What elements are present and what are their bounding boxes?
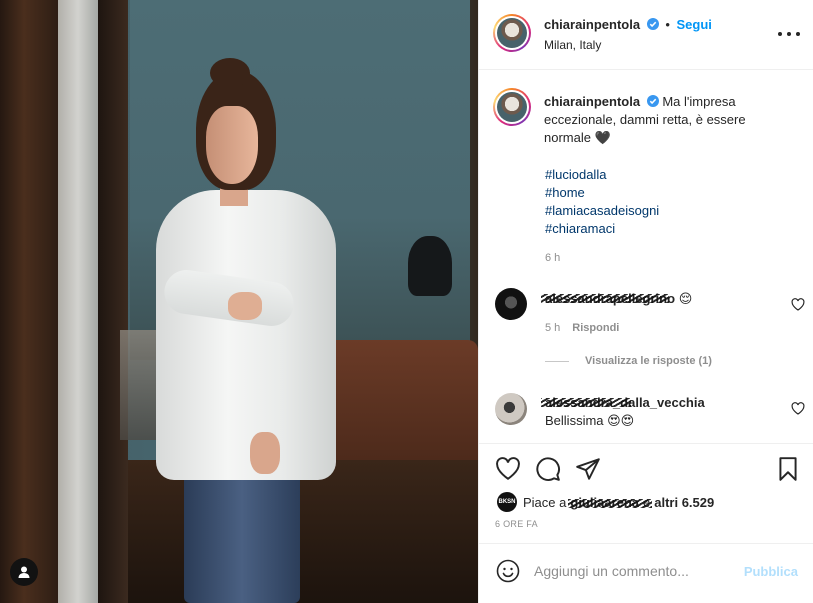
comment-item: alessandrapellegrino 😌 5 hRispondi (495, 288, 805, 348)
liker-username[interactable]: giuliaarena (568, 495, 653, 510)
likes-count[interactable]: altri 6.529 (654, 495, 714, 510)
post-details-panel: chiarainpentola • Segui Milan, Italy chi… (478, 0, 813, 603)
paper-plane-icon[interactable] (575, 456, 601, 482)
photo-subject (228, 292, 262, 320)
separator-dot: • (665, 17, 670, 32)
photo-background (128, 460, 478, 603)
heart-icon[interactable] (791, 298, 805, 311)
redaction-scribble (568, 498, 653, 508)
post-header: chiarainpentola • Segui Milan, Italy (479, 0, 813, 70)
comment-item: alessandra_dalla_vecchia Bellissima 😍😍 (495, 392, 805, 432)
photo-background (0, 0, 60, 603)
view-replies-button[interactable]: Visualizza le risposte (1) (545, 355, 712, 367)
post-photo[interactable] (0, 0, 478, 603)
add-comment-bar: Pubblica (479, 543, 813, 603)
user-tag-icon[interactable] (10, 558, 38, 586)
author-username[interactable]: chiarainpentola (544, 17, 640, 32)
caption-author-avatar[interactable] (493, 88, 531, 126)
header-title-row: chiarainpentola • Segui (544, 17, 712, 32)
photo-subject (206, 106, 258, 184)
hashtag-link[interactable]: #luciodalla (545, 166, 659, 184)
author-avatar[interactable] (493, 14, 531, 52)
commenter-avatar[interactable] (495, 393, 527, 425)
hashtag-link[interactable]: #lamiacasadeisogni (545, 202, 659, 220)
photo-background (408, 236, 452, 296)
post-age[interactable]: 6 ORE FA (495, 519, 538, 529)
verified-badge-icon (646, 95, 659, 107)
caption-author-username[interactable]: chiarainpentola (544, 94, 640, 109)
commenter-avatar[interactable] (495, 288, 527, 320)
comment-timestamp[interactable]: 5 h (545, 322, 560, 334)
comment-icon[interactable] (535, 456, 561, 482)
photo-background (320, 340, 478, 460)
divider-line (545, 360, 569, 362)
more-dots-icon[interactable] (778, 24, 800, 44)
reply-button[interactable]: Rispondi (572, 322, 619, 334)
heart-icon[interactable] (791, 402, 805, 415)
verified-badge-icon (646, 18, 659, 30)
hashtag-link[interactable]: #home (545, 184, 659, 202)
hashtag-list: #luciodalla #home #lamiacasadeisogni #ch… (545, 166, 659, 238)
redaction-scribble (541, 294, 669, 303)
photo-background (98, 0, 128, 603)
emoji-icon[interactable] (496, 559, 520, 583)
hashtag-link[interactable]: #chiaramaci (545, 220, 659, 238)
liker-avatar[interactable]: BKSN (497, 492, 517, 512)
photo-subject (250, 432, 280, 474)
comment-text: 😌 (678, 291, 693, 306)
heart-icon[interactable] (495, 456, 521, 482)
post-caption: chiarainpentola Ma l'impresa eccezionale… (544, 93, 794, 147)
photo-subject (156, 190, 336, 480)
redaction-scribble (541, 398, 631, 407)
photo-subject (210, 58, 250, 88)
comment-meta: 5 h Rispondi (545, 322, 619, 334)
comment-text: Bellissima 😍😍 (545, 413, 635, 428)
caption-timestamp[interactable]: 6 h (545, 252, 560, 264)
view-replies-label: Visualizza le risposte (1) (585, 355, 712, 367)
follow-button[interactable]: Segui (677, 17, 712, 32)
likes-summary: BKSN Piace a giuliaarena e altri 6.529 (497, 492, 714, 512)
likes-prefix: Piace a (523, 494, 567, 510)
bookmark-icon[interactable] (775, 456, 801, 482)
post-location[interactable]: Milan, Italy (544, 38, 601, 52)
publish-button[interactable]: Pubblica (744, 564, 798, 579)
comment-input[interactable] (534, 558, 734, 584)
photo-background (58, 0, 98, 603)
